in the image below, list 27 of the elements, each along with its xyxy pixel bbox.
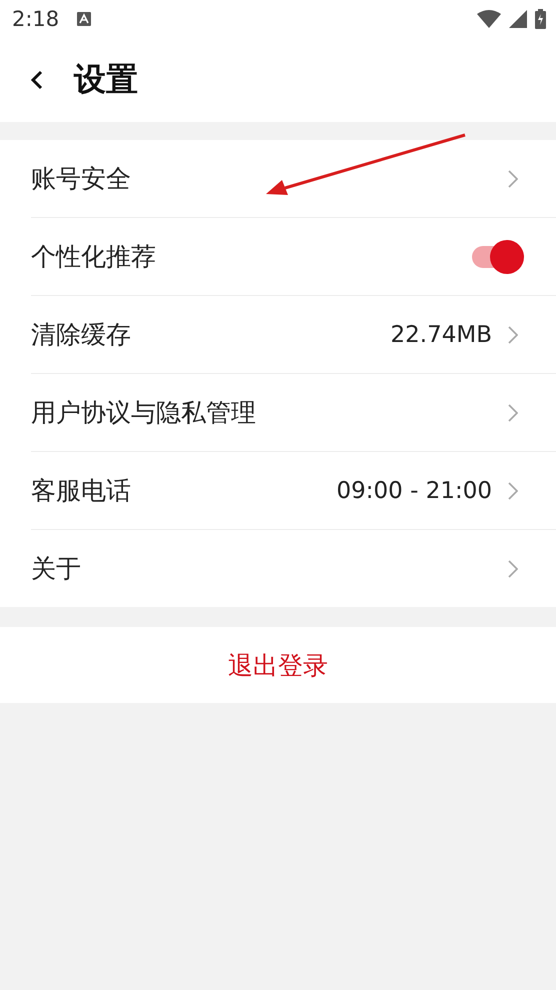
item-value: 22.74MB	[390, 322, 492, 348]
settings-item[interactable]: 个性化推荐	[31, 218, 556, 296]
battery-icon	[535, 9, 546, 29]
page-title: 设置	[74, 59, 138, 100]
item-label: 账号安全	[31, 163, 131, 195]
item-label: 关于	[31, 553, 81, 585]
chevron-icon	[508, 560, 518, 578]
item-label: 用户协议与隐私管理	[31, 397, 256, 429]
item-label: 清除缓存	[31, 319, 131, 351]
back-icon[interactable]	[30, 70, 44, 90]
settings-item[interactable]: 客服电话 09:00 - 21:00	[31, 452, 556, 530]
chevron-icon	[508, 170, 518, 188]
chevron-icon	[508, 326, 518, 344]
signal-icon	[509, 10, 527, 28]
notification-icon	[77, 12, 92, 26]
settings-item[interactable]: 用户协议与隐私管理	[31, 374, 556, 452]
wifi-icon	[477, 10, 501, 28]
chevron-icon	[508, 482, 518, 500]
item-label: 个性化推荐	[31, 241, 156, 273]
logout-button[interactable]: 退出登录	[0, 627, 556, 703]
settings-item[interactable]: 清除缓存 22.74MB	[31, 296, 556, 374]
status-time: 2:18	[12, 7, 60, 31]
settings-item[interactable]: 关于	[31, 530, 556, 607]
item-value: 09:00 - 21:00	[336, 478, 492, 504]
toggle-switch[interactable]	[470, 240, 524, 274]
item-label: 客服电话	[31, 475, 131, 507]
chevron-icon	[508, 404, 518, 422]
